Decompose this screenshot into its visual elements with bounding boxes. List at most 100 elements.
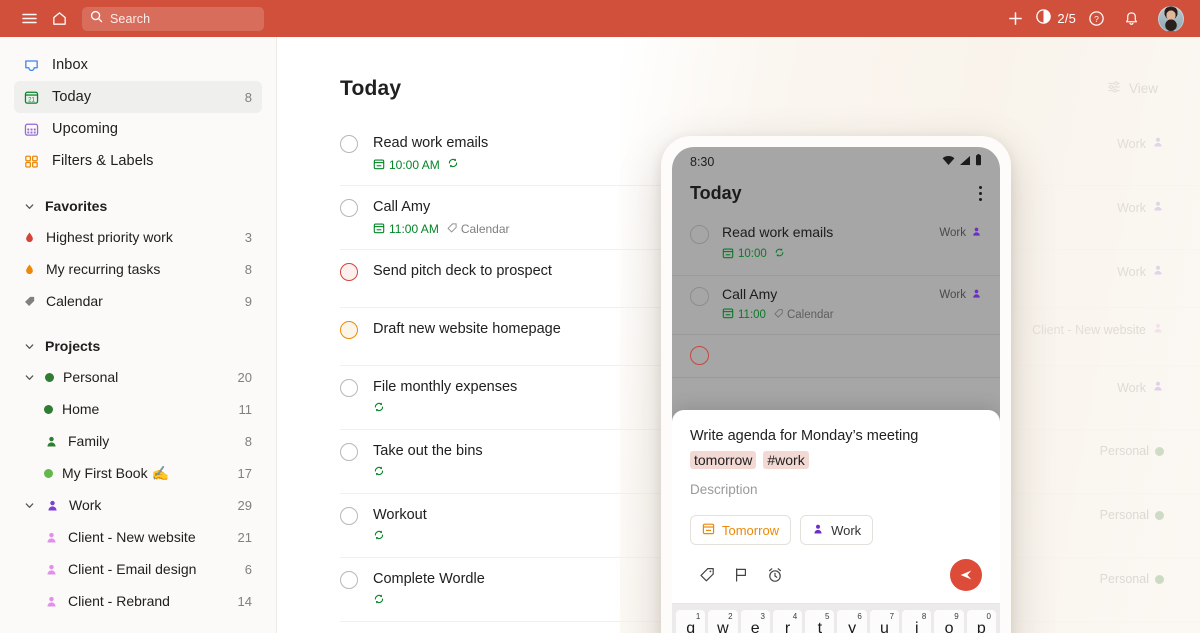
quick-add-task-input[interactable]: Write agenda for Monday’s meeting — [690, 426, 982, 446]
cell-signal-icon — [959, 153, 971, 171]
due-date-chip[interactable]: Tomorrow — [690, 515, 792, 545]
question-mark-icon[interactable]: ? — [1081, 4, 1111, 34]
favorite-item-calendar[interactable]: Calendar 9 — [14, 285, 262, 317]
chevron-down-icon[interactable] — [22, 370, 36, 384]
key-q[interactable]: 1q — [676, 610, 706, 633]
token-date[interactable]: tomorrow — [690, 451, 757, 469]
task-project-label: Work — [1117, 380, 1146, 395]
task-due-date-text: 10:00 AM — [389, 158, 440, 172]
sidebar-item-filters-labels[interactable]: Filters & Labels — [14, 145, 262, 177]
search-input[interactable]: Search — [82, 6, 264, 31]
task-checkbox[interactable] — [340, 263, 358, 281]
kebab-menu-icon[interactable] — [979, 186, 982, 201]
phone-task-row-partial[interactable] — [672, 335, 1000, 378]
project-item-count: 11 — [238, 401, 253, 417]
task-project[interactable]: Work — [1117, 378, 1164, 395]
favorite-item-highest-priority-work[interactable]: Highest priority work 3 — [14, 221, 262, 253]
phone-task-project: Work — [939, 224, 982, 240]
task-label[interactable]: Calendar — [446, 222, 510, 237]
key-w[interactable]: 2w — [708, 610, 738, 633]
due-date-chip-label: Tomorrow — [722, 522, 780, 538]
task-project[interactable]: Work — [1117, 134, 1164, 151]
key-t[interactable]: 5t — [805, 610, 835, 633]
key-label: q — [686, 620, 696, 633]
calendar-grid-icon — [22, 120, 41, 139]
sidebar-item-upcoming[interactable]: Upcoming — [14, 113, 262, 145]
avatar[interactable] — [1158, 5, 1184, 32]
project-item-count: 20 — [237, 369, 252, 385]
task-checkbox[interactable] — [340, 379, 358, 397]
project-item-client-rebrand[interactable]: Client - Rebrand 14 — [14, 585, 262, 617]
phone-task-checkbox[interactable] — [690, 346, 709, 365]
project-item-my-first-book[interactable]: My First Book ✍️ 17 — [14, 457, 262, 489]
project-item-family[interactable]: Family 8 — [14, 425, 262, 457]
task-project[interactable]: Work — [1117, 198, 1164, 215]
projects-section: Projects Personal 20 Home 11 Family 8 My… — [14, 331, 262, 617]
phone-task-row[interactable]: Read work emails 10:00 Work — [672, 214, 1000, 276]
quick-add-description-input[interactable]: Description — [690, 482, 982, 497]
home-icon[interactable] — [44, 4, 74, 34]
recurring-icon — [373, 400, 385, 418]
task-checkbox[interactable] — [340, 199, 358, 217]
task-checkbox[interactable] — [340, 135, 358, 153]
project-chip[interactable]: Work — [800, 515, 874, 545]
alarm-clock-icon[interactable] — [758, 562, 792, 588]
projects-section-header[interactable]: Projects — [14, 331, 262, 361]
sidebar-item-label: Inbox — [52, 57, 88, 73]
favorite-item-my-recurring-tasks[interactable]: My recurring tasks 8 — [14, 253, 262, 285]
task-project[interactable]: Client - New website — [1032, 320, 1164, 337]
svg-text:?: ? — [1094, 14, 1099, 24]
task-project[interactable]: Personal — [1100, 506, 1164, 522]
sidebar-item-inbox[interactable]: Inbox — [14, 49, 262, 81]
task-project[interactable]: Personal — [1100, 570, 1164, 586]
search-placeholder: Search — [110, 11, 151, 26]
phone-task-checkbox[interactable] — [690, 225, 709, 244]
view-button[interactable]: View — [1100, 75, 1164, 102]
person-icon — [971, 288, 982, 302]
key-o[interactable]: 9o — [934, 610, 964, 633]
flag-icon[interactable] — [724, 562, 758, 588]
tag-icon[interactable] — [690, 562, 724, 588]
sidebar-item-today[interactable]: 21 Today 8 — [14, 81, 262, 113]
key-p[interactable]: 0p — [966, 610, 996, 633]
favorites-section-header[interactable]: Favorites — [14, 191, 262, 221]
recurring-icon — [373, 592, 385, 610]
key-e[interactable]: 3e — [740, 610, 770, 633]
project-item-client-email-design[interactable]: Client - Email design 6 — [14, 553, 262, 585]
favorite-item-count: 9 — [244, 293, 252, 309]
recurring-icon — [373, 528, 385, 546]
project-item-home[interactable]: Home 11 — [14, 393, 262, 425]
key-y[interactable]: 6y — [837, 610, 867, 633]
hamburger-menu-icon[interactable] — [14, 4, 44, 34]
calendar-today-icon: 21 — [22, 88, 41, 107]
send-icon[interactable] — [950, 559, 982, 591]
task-checkbox[interactable] — [340, 443, 358, 461]
person-icon — [812, 523, 824, 538]
sidebar-item-label: Filters & Labels — [52, 153, 154, 169]
karma-progress[interactable]: 2/5 — [1035, 8, 1076, 30]
bell-icon[interactable] — [1116, 4, 1146, 34]
task-project[interactable]: Work — [1117, 262, 1164, 279]
chevron-down-icon[interactable] — [22, 498, 36, 512]
plus-icon[interactable] — [1000, 4, 1030, 34]
project-item-label: Personal — [63, 369, 119, 385]
token-project[interactable]: #work — [763, 451, 809, 469]
dot-icon — [1155, 510, 1164, 520]
battery-icon — [975, 153, 982, 171]
task-checkbox[interactable] — [340, 321, 358, 339]
task-checkbox[interactable] — [340, 507, 358, 525]
key-i[interactable]: 8i — [902, 610, 932, 633]
quick-add-chips: Tomorrow Work — [690, 515, 982, 545]
project-item-personal[interactable]: Personal 20 — [14, 361, 262, 393]
task-checkbox[interactable] — [340, 571, 358, 589]
person-icon — [44, 562, 59, 577]
phone-task-row[interactable]: Call Amy 11:00 Calendar Work — [672, 276, 1000, 335]
phone-task-checkbox[interactable] — [690, 287, 709, 306]
project-item-client-new-website[interactable]: Client - New website 21 — [14, 521, 262, 553]
key-number: 8 — [921, 612, 927, 621]
key-r[interactable]: 4r — [772, 610, 803, 633]
project-item-work[interactable]: Work 29 — [14, 489, 262, 521]
key-u[interactable]: 7u — [869, 610, 900, 633]
task-due-date-text: 11:00 AM — [389, 222, 439, 236]
task-project[interactable]: Personal — [1100, 442, 1164, 458]
